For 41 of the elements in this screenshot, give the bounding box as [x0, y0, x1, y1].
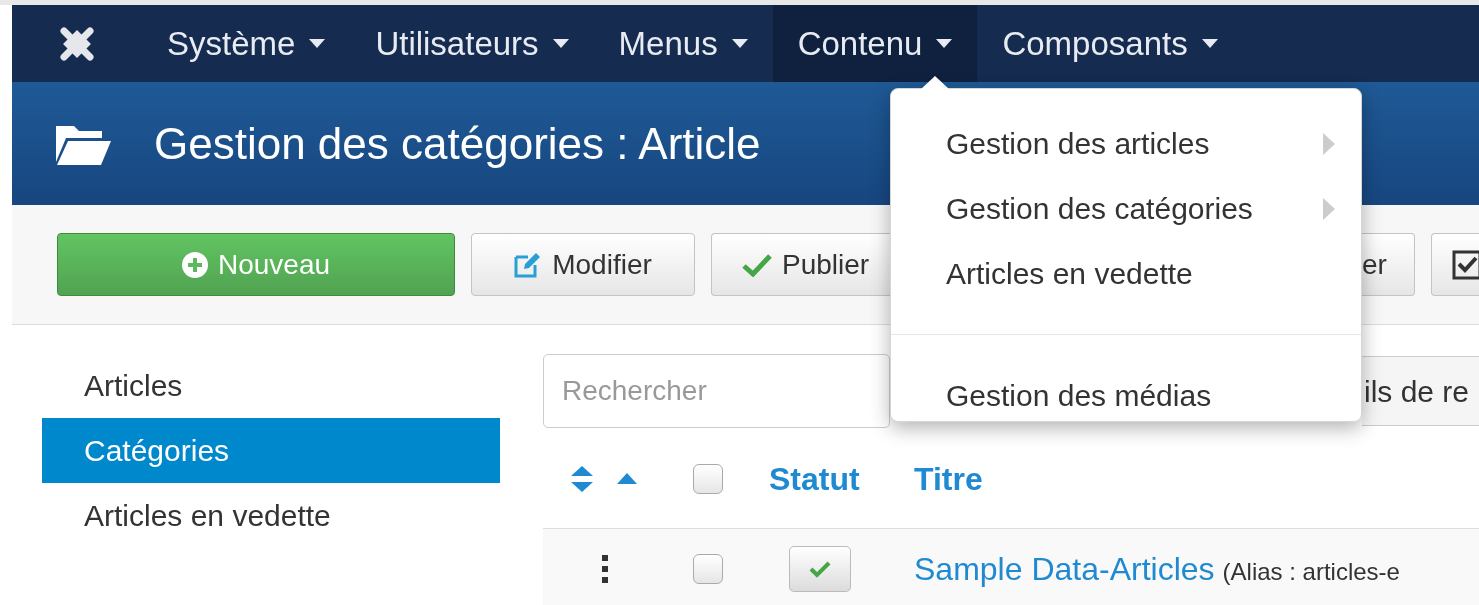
drag-handle-icon[interactable]: [601, 555, 609, 583]
caret-icon: [1201, 39, 1218, 48]
check-icon: [809, 560, 831, 578]
submenu-arrow-icon: [1323, 197, 1335, 220]
article-link[interactable]: Sample Data-Articles: [914, 545, 1215, 593]
page-title: Gestion des catégories : Article: [154, 117, 761, 170]
check-icon: [742, 252, 772, 277]
caret-icon: [552, 39, 569, 48]
search-field[interactable]: Rechercher: [543, 354, 890, 428]
dropdown-item[interactable]: Articles en vedette: [891, 241, 1361, 306]
caret-icon: [309, 39, 326, 48]
sidebar-item[interactable]: Articles en vedette: [42, 483, 500, 548]
nav-menu-item[interactable]: Utilisateurs: [350, 5, 594, 82]
checkbox[interactable]: [693, 463, 723, 494]
edit-icon: [514, 251, 543, 278]
nav-menu-item[interactable]: Contenu: [772, 5, 978, 82]
dropdown-item[interactable]: Gestion des médias: [891, 363, 1361, 428]
sort-ascending-icon[interactable]: [617, 473, 637, 484]
submenu-arrow-icon: [1323, 132, 1335, 155]
column-header[interactable]: Titre: [914, 454, 983, 503]
plus-circle-icon: [181, 251, 208, 278]
nav-menu-item[interactable]: Menus: [593, 5, 773, 82]
checkbox-icon: [1452, 249, 1479, 280]
publish-button[interactable]: Publier: [711, 233, 891, 296]
sidebar-item[interactable]: Articles: [42, 353, 500, 418]
dropdown-item[interactable]: Gestion des catégories: [891, 176, 1361, 241]
caret-icon: [936, 39, 953, 48]
caret-icon: [731, 39, 748, 48]
alias-text: (Alias : articles-e: [1222, 557, 1400, 587]
edit-button[interactable]: Modifier: [471, 233, 695, 296]
sort-icon[interactable]: [571, 465, 593, 492]
search-tools-button[interactable]: ils de re: [1362, 356, 1479, 426]
status-toggle[interactable]: [789, 546, 851, 592]
checkbox-button[interactable]: [1431, 233, 1479, 296]
column-header[interactable]: Statut: [769, 454, 860, 503]
toolbar-button[interactable]: er: [1362, 233, 1415, 296]
nav-menu-item[interactable]: Système: [142, 5, 351, 82]
sidebar-item[interactable]: Catégories: [42, 418, 500, 483]
nav-menu-item[interactable]: Composants: [977, 5, 1243, 82]
dropdown-item[interactable]: Gestion des articles: [891, 111, 1361, 176]
checkbox[interactable]: [693, 554, 723, 584]
